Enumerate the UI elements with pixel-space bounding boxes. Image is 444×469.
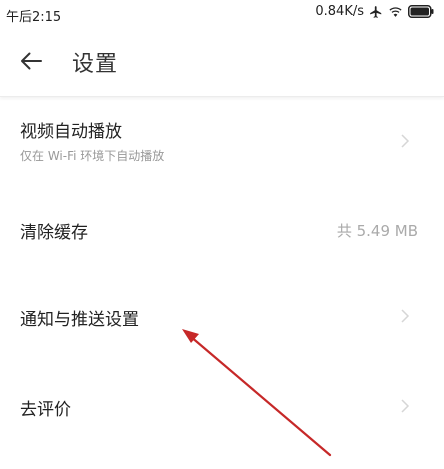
setting-title: 通知与推送设置 bbox=[20, 310, 139, 330]
battery-icon bbox=[408, 5, 434, 18]
chevron-right-icon bbox=[400, 398, 410, 414]
setting-clear-cache[interactable]: 清除缓存 共 5.49 MB bbox=[0, 185, 444, 275]
setting-title: 去评价 bbox=[20, 400, 71, 420]
setting-subtitle: 仅在 Wi-Fi 环境下自动播放 bbox=[20, 149, 165, 163]
cache-size-value: 共 5.49 MB bbox=[336, 222, 418, 240]
chevron-right-icon bbox=[400, 308, 410, 324]
status-indicators: 0.84K/s bbox=[315, 4, 434, 19]
network-speed: 0.84K/s bbox=[315, 4, 364, 19]
status-time: 午后2:15 bbox=[6, 10, 62, 25]
airplane-icon bbox=[369, 5, 383, 19]
setting-rate[interactable]: 去评价 bbox=[0, 363, 444, 451]
setting-title: 清除缓存 bbox=[20, 223, 88, 243]
wifi-icon bbox=[388, 5, 403, 18]
setting-title: 视频自动播放 bbox=[20, 122, 122, 142]
arrow-left-icon bbox=[20, 52, 42, 74]
chevron-right-icon bbox=[400, 133, 410, 149]
setting-notification-push[interactable]: 通知与推送设置 bbox=[0, 275, 444, 363]
app-header: 设置 bbox=[0, 26, 444, 97]
status-bar: 午后2:15 0.84K/s bbox=[0, 0, 444, 26]
page-title: 设置 bbox=[72, 52, 119, 77]
settings-screen: 午后2:15 0.84K/s 设置 视频自动播放 仅在 Wi-Fi 环境下自动播… bbox=[0, 0, 444, 469]
setting-video-autoplay[interactable]: 视频自动播放 仅在 Wi-Fi 环境下自动播放 bbox=[0, 97, 444, 185]
back-button[interactable] bbox=[16, 48, 46, 78]
